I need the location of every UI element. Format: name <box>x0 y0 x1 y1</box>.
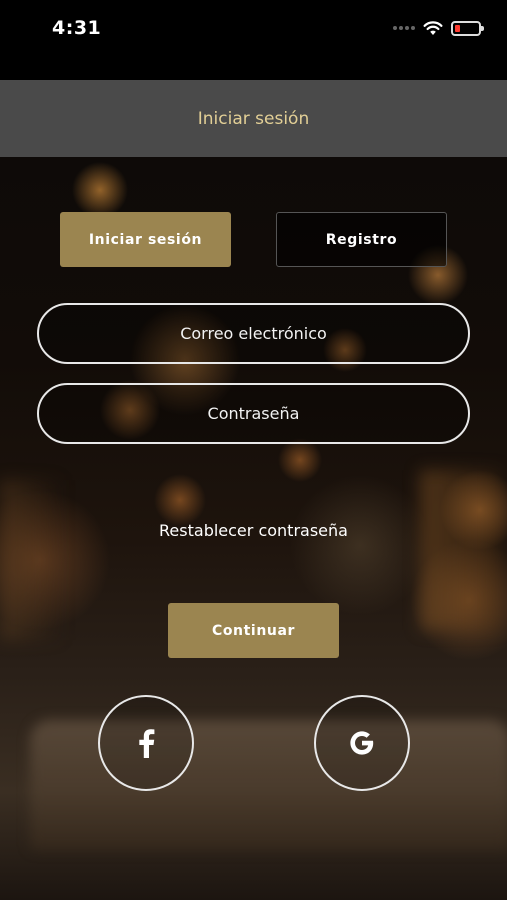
reset-password-link[interactable]: Restablecer contraseña <box>0 521 507 540</box>
background-shelf-left <box>0 480 60 640</box>
status-icons <box>393 20 484 36</box>
email-field[interactable] <box>39 305 468 362</box>
tab-login[interactable]: Iniciar sesión <box>60 212 231 267</box>
background-shelf <box>420 470 500 630</box>
battery-level <box>455 24 460 32</box>
status-bar: 4:31 <box>0 0 507 56</box>
facebook-icon <box>139 729 155 758</box>
email-field-container <box>37 303 470 364</box>
wifi-icon <box>423 21 443 35</box>
cellular-signal-icon <box>393 26 415 30</box>
continue-button[interactable]: Continuar <box>168 603 339 658</box>
tab-register[interactable]: Registro <box>276 212 447 267</box>
google-icon <box>350 731 374 755</box>
battery-icon <box>451 20 484 36</box>
status-time: 4:31 <box>52 17 102 39</box>
password-field[interactable] <box>39 385 468 442</box>
facebook-login-button[interactable] <box>98 695 194 791</box>
navigation-header: Iniciar sesión <box>0 80 507 157</box>
page-title: Iniciar sesión <box>197 108 310 129</box>
google-login-button[interactable] <box>314 695 410 791</box>
password-field-container <box>37 383 470 444</box>
